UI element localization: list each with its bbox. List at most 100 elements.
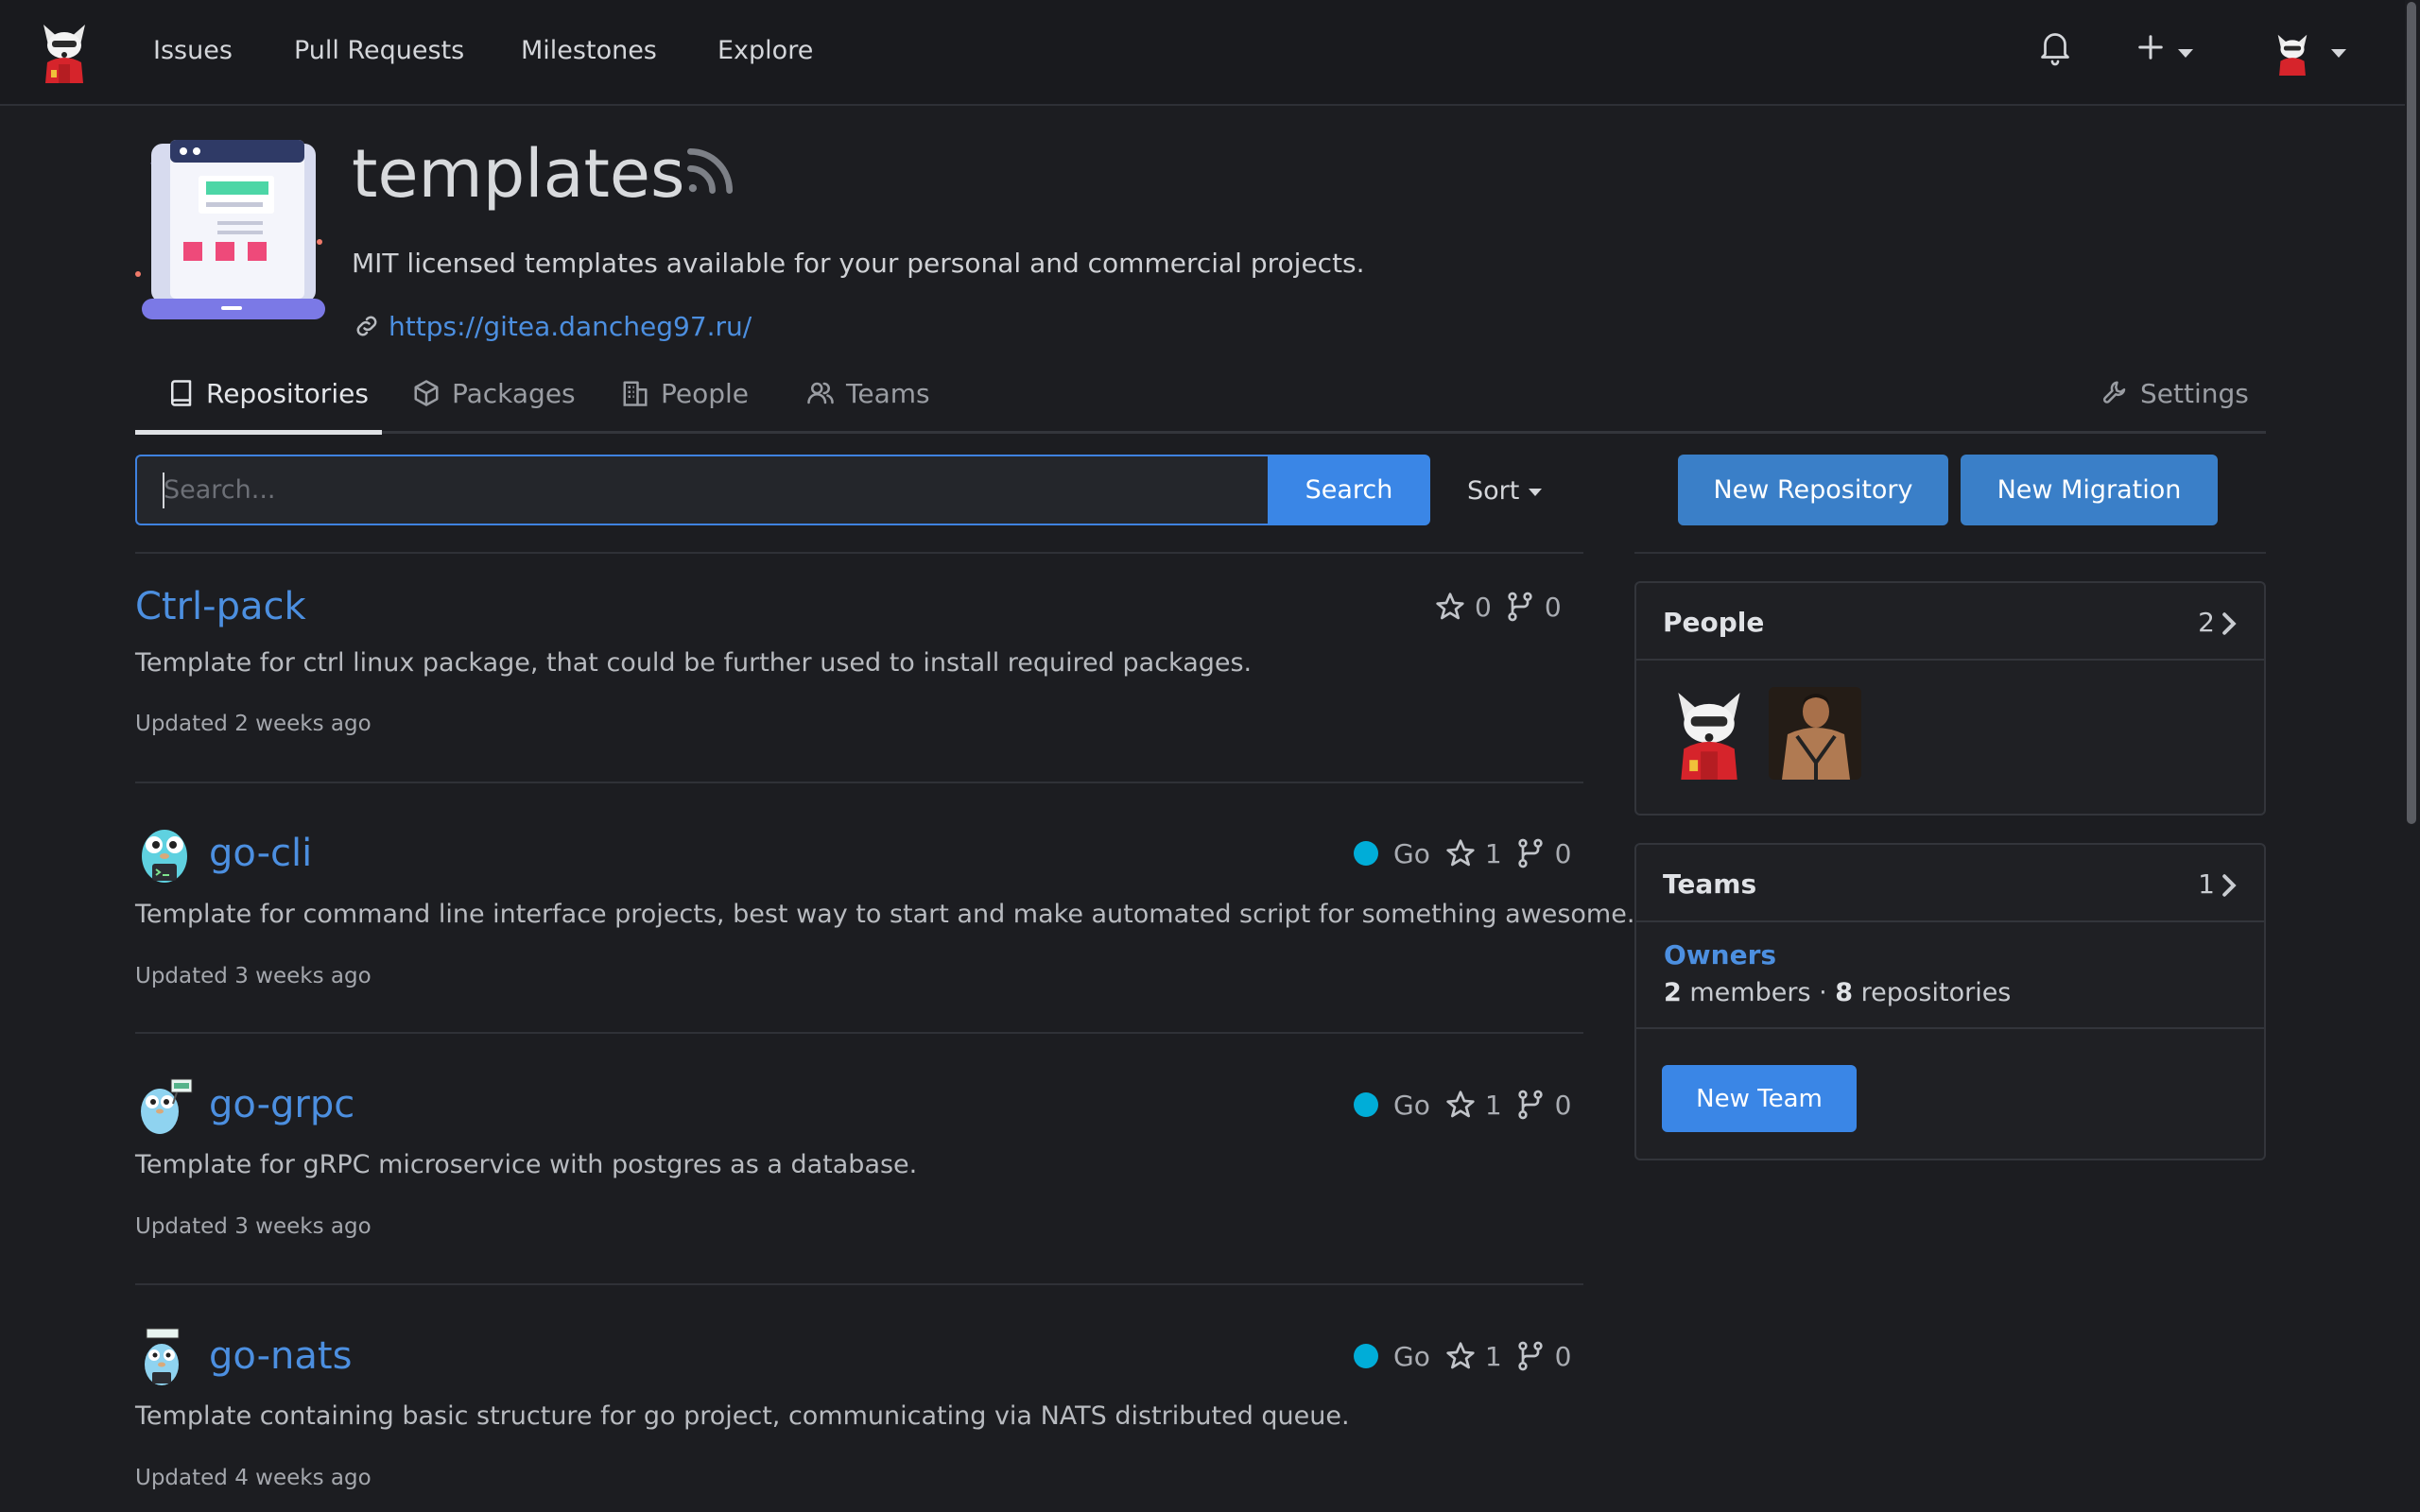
repo-description: Template for ctrl linux package, that co… [135,648,1253,678]
text-cursor [163,472,164,508]
language-color-dot [1354,1092,1378,1117]
chevron-down-icon [1529,489,1542,496]
tabs-divider [135,431,2266,434]
fork-count: 0 [1544,591,1562,623]
list-divider [135,1283,1583,1285]
repo-description: Template containing basic structure for … [135,1401,1350,1431]
teams-card-header[interactable]: Teams 1 [1636,845,2264,922]
fork-count: 0 [1554,1089,1572,1121]
teams-card-title: Teams [1663,868,1757,900]
tab-teams[interactable]: Teams [806,374,930,412]
avatar[interactable] [1663,687,1755,780]
scrollbar-thumb[interactable] [2407,2,2416,824]
chevron-right-icon [2222,874,2237,897]
org-description: MIT licensed templates available for you… [352,248,1365,279]
repo-stats: Go 1 0 [1354,1337,1584,1375]
chevron-down-icon [2178,49,2193,58]
teams-count: 1 [2198,868,2215,900]
avatar [2277,34,2308,76]
active-tab-indicator [135,430,382,435]
people-count: 2 [2198,607,2215,638]
tab-label: Teams [846,377,930,409]
chevron-down-icon [2331,49,2346,58]
sort-dropdown[interactable]: Sort [1467,474,1519,508]
repo-icon [171,380,192,406]
people-card-title: People [1663,607,1765,638]
fork-icon [1517,1341,1543,1371]
new-repository-button[interactable]: New Repository [1678,455,1948,525]
repo-updated: Updated 3 weeks ago [135,964,372,988]
language-color-dot [1354,841,1378,866]
tab-packages[interactable]: Packages [412,374,576,412]
star-icon [1446,1342,1475,1369]
tab-settings[interactable]: Settings [2100,374,2249,412]
star-count: 1 [1484,1089,1502,1121]
new-migration-button[interactable]: New Migration [1961,455,2218,525]
link-icon [353,312,381,340]
star-icon [1446,1091,1475,1118]
people-icon [807,382,834,404]
star-icon [1436,593,1464,620]
fork-icon [1517,1090,1543,1120]
fork-count: 0 [1554,1340,1572,1372]
repo-description: Template for command line interface proj… [135,900,1635,929]
avatar[interactable] [1769,687,1861,780]
search-input[interactable] [135,455,1268,525]
tools-icon [2102,381,2126,404]
tab-label: People [661,377,750,409]
fork-count: 0 [1554,837,1572,869]
tab-people[interactable]: People [621,374,749,412]
list-divider [135,1032,1583,1034]
nav-link-pull-requests[interactable]: Pull Requests [294,34,464,68]
user-menu-button[interactable] [2273,32,2350,79]
nav-link-milestones[interactable]: Milestones [521,34,657,68]
list-divider [135,782,1583,783]
repo-name-link[interactable]: go-grpc [209,1081,354,1128]
language-color-dot [1354,1344,1378,1368]
repo-avatar [135,1075,194,1138]
tab-label: Repositories [206,377,369,409]
repo-updated: Updated 3 weeks ago [135,1214,372,1239]
repo-name-link[interactable]: go-cli [209,830,312,877]
people-card-header[interactable]: People 2 [1636,583,2264,661]
nav-link-issues[interactable]: Issues [153,34,233,68]
create-menu-button[interactable] [2136,28,2201,66]
team-members-label: members · [1681,978,1836,1007]
bell-icon [2041,33,2069,66]
repo-language: Go [1393,837,1430,869]
repo-updated: Updated 2 weeks ago [135,712,372,736]
team-link-owners[interactable]: Owners [1664,938,1776,972]
repo-name-link[interactable]: Ctrl-pack [135,583,306,630]
rss-icon[interactable] [681,142,739,200]
team-repos-count: 8 [1835,978,1854,1007]
site-logo[interactable] [36,21,93,83]
repo-stats: Go 1 0 [1354,834,1584,872]
star-count: 1 [1484,837,1502,869]
teams-card: Teams 1 Owners 2 members · 8 repositorie… [1634,843,2266,1160]
fork-icon [1517,838,1543,868]
repo-language: Go [1393,1340,1430,1372]
organization-icon [623,381,648,406]
sidebar-divider [1634,552,2266,554]
org-name: templates [352,135,685,213]
fork-icon [1508,592,1532,622]
new-team-button[interactable]: New Team [1662,1065,1857,1132]
repo-stats: Go 1 0 [1354,1086,1584,1124]
tab-repositories[interactable]: Repositories [166,374,369,412]
search-button[interactable]: Search [1268,455,1430,525]
plus-icon [2138,35,2163,60]
people-card: People 2 [1634,581,2266,816]
package-icon [414,380,439,406]
repo-updated: Updated 4 weeks ago [135,1466,372,1490]
org-website-link[interactable]: https://gitea.dancheg97.ru/ [389,309,752,345]
repo-stats: 0 0 [1435,588,1575,626]
org-avatar: + + [130,132,331,333]
top-navbar: Issues Pull Requests Milestones Explore [0,0,2405,106]
notifications-button[interactable] [2038,28,2072,66]
repo-description: Template for gRPC microservice with post… [135,1150,918,1179]
star-count: 0 [1475,591,1492,623]
repo-name-link[interactable]: go-nats [209,1332,352,1380]
repo-avatar [135,1327,194,1389]
nav-link-explore[interactable]: Explore [717,34,813,68]
star-count: 1 [1484,1340,1502,1372]
